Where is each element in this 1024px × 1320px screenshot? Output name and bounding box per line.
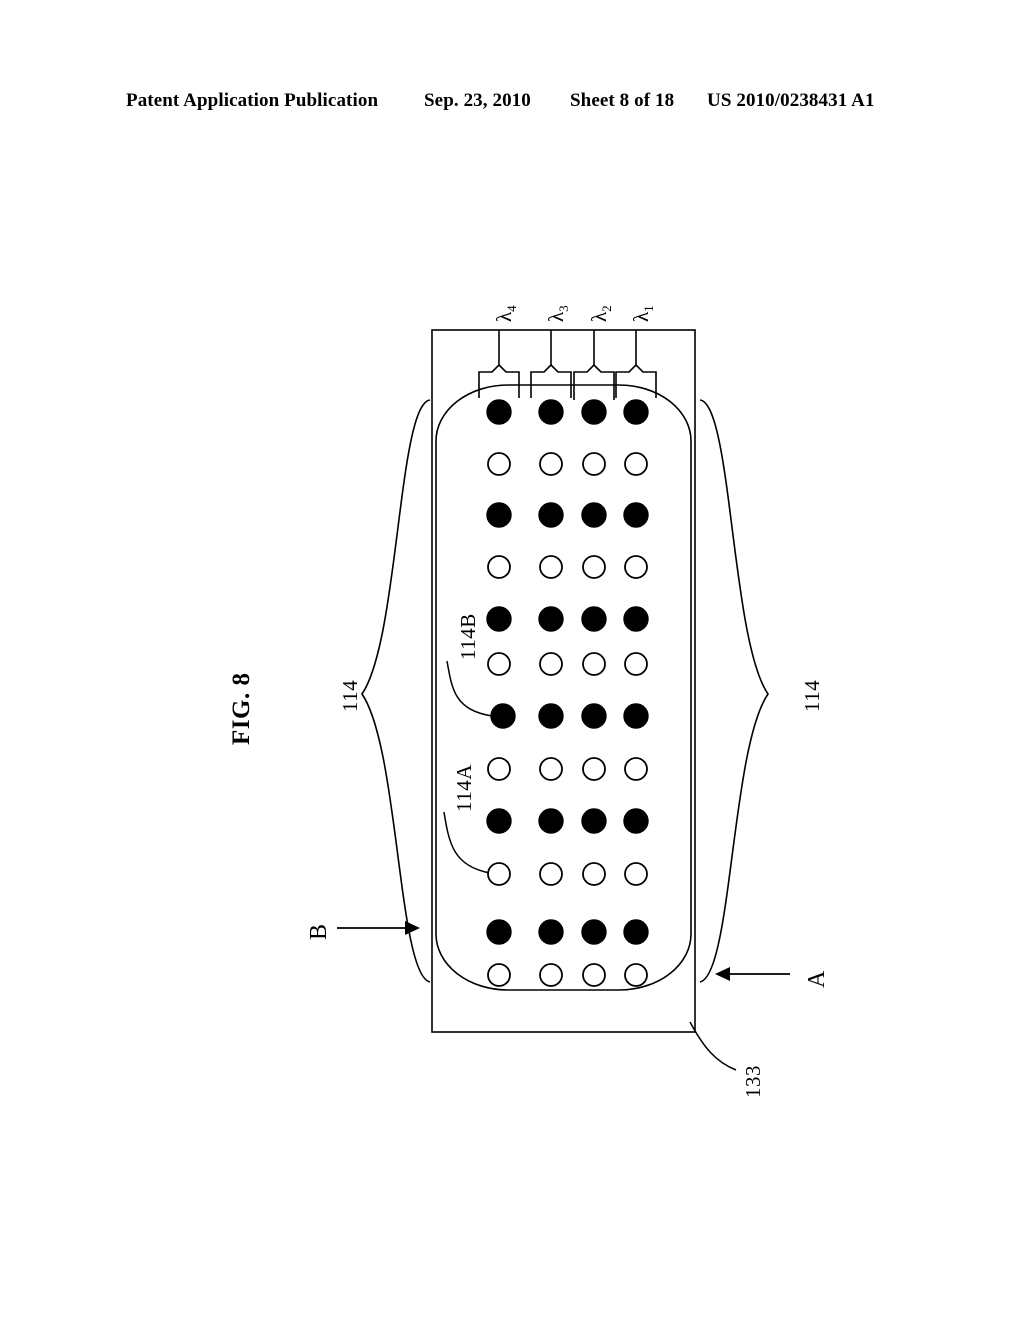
port-label-lambda2: λ2	[587, 305, 615, 322]
dot-filled	[538, 808, 564, 834]
dot-hollow	[487, 452, 511, 476]
dot-hollow	[487, 652, 511, 676]
refnum-114-left: 114	[338, 679, 362, 712]
dot-grid	[486, 399, 649, 987]
dot-filled	[581, 399, 607, 425]
figure-vector-canvas	[337, 329, 790, 1071]
port-coupler-lambda1	[615, 330, 657, 398]
dot-filled	[486, 808, 512, 834]
dot-filled	[486, 502, 512, 528]
section-letter-b: B	[306, 923, 332, 940]
dot-row	[487, 963, 648, 987]
dot-filled	[486, 606, 512, 632]
dot-filled	[538, 502, 564, 528]
dot-filled	[581, 703, 607, 729]
port-couplers	[478, 330, 657, 400]
figure-8-drawing: FIG. 8 λ4 λ3 λ2 λ1 114 114 114B 114A 133…	[0, 0, 1024, 1320]
dot-hollow	[624, 652, 648, 676]
dot-filled	[623, 919, 649, 945]
dot-hollow	[624, 555, 648, 579]
dot-hollow	[539, 757, 563, 781]
dot-hollow	[539, 652, 563, 676]
dot-hollow	[487, 963, 511, 987]
port-coupler-lambda3	[530, 330, 572, 398]
dot-filled	[623, 808, 649, 834]
dot-filled	[623, 399, 649, 425]
dot-filled	[538, 919, 564, 945]
dot-hollow	[582, 452, 606, 476]
brace-right-114	[699, 399, 769, 983]
dot-row	[487, 452, 648, 476]
dot-hollow	[539, 862, 563, 886]
dot-hollow	[539, 555, 563, 579]
dot-hollow	[582, 652, 606, 676]
port-coupler-lambda2	[573, 330, 615, 400]
section-letter-a: A	[804, 970, 830, 988]
dot-filled	[623, 606, 649, 632]
dot-row	[486, 399, 649, 425]
section-arrow-b	[337, 921, 420, 935]
figure-caption: FIG. 8	[228, 672, 255, 745]
dot-hollow	[624, 963, 648, 987]
dot-filled	[486, 399, 512, 425]
dot-hollow	[487, 555, 511, 579]
dot-filled-114B	[490, 703, 516, 729]
dot-hollow	[487, 757, 511, 781]
refnum-114A: 114A	[452, 764, 476, 812]
substrate-outline	[431, 329, 696, 1033]
dot-hollow	[582, 963, 606, 987]
dot-hollow	[539, 452, 563, 476]
leader-133	[689, 1021, 737, 1071]
dot-hollow	[624, 452, 648, 476]
port-label-lambda1: λ1	[629, 305, 657, 322]
refnum-114B: 114B	[456, 613, 480, 660]
dot-filled	[486, 919, 512, 945]
dot-hollow	[539, 963, 563, 987]
dot-row	[487, 862, 648, 886]
brace-left-114	[361, 399, 431, 983]
dot-hollow	[582, 757, 606, 781]
dot-row	[487, 555, 648, 579]
dot-hollow	[624, 757, 648, 781]
dot-filled	[623, 502, 649, 528]
dot-filled	[581, 808, 607, 834]
dot-filled	[538, 606, 564, 632]
section-arrow-a	[715, 967, 790, 981]
dot-filled	[581, 919, 607, 945]
dot-filled	[581, 502, 607, 528]
dot-row	[486, 919, 649, 945]
dot-filled	[581, 606, 607, 632]
dot-filled	[538, 399, 564, 425]
dot-hollow	[582, 555, 606, 579]
dot-hollow	[624, 862, 648, 886]
dot-filled	[623, 703, 649, 729]
chamber-outline	[435, 384, 692, 991]
dot-row	[490, 703, 649, 729]
refnum-133: 133	[741, 1065, 765, 1098]
dot-row	[487, 757, 648, 781]
port-label-lambda4: λ4	[492, 305, 520, 322]
refnum-114-right: 114	[800, 679, 824, 712]
port-label-lambda3: λ3	[544, 305, 572, 322]
dot-hollow	[582, 862, 606, 886]
dot-filled	[538, 703, 564, 729]
leader-114B	[446, 660, 493, 717]
dot-row	[486, 502, 649, 528]
dot-row	[487, 652, 648, 676]
dot-row	[486, 606, 649, 632]
dot-row	[486, 808, 649, 834]
dot-hollow-114A	[487, 862, 511, 886]
leader-114A	[443, 811, 491, 874]
